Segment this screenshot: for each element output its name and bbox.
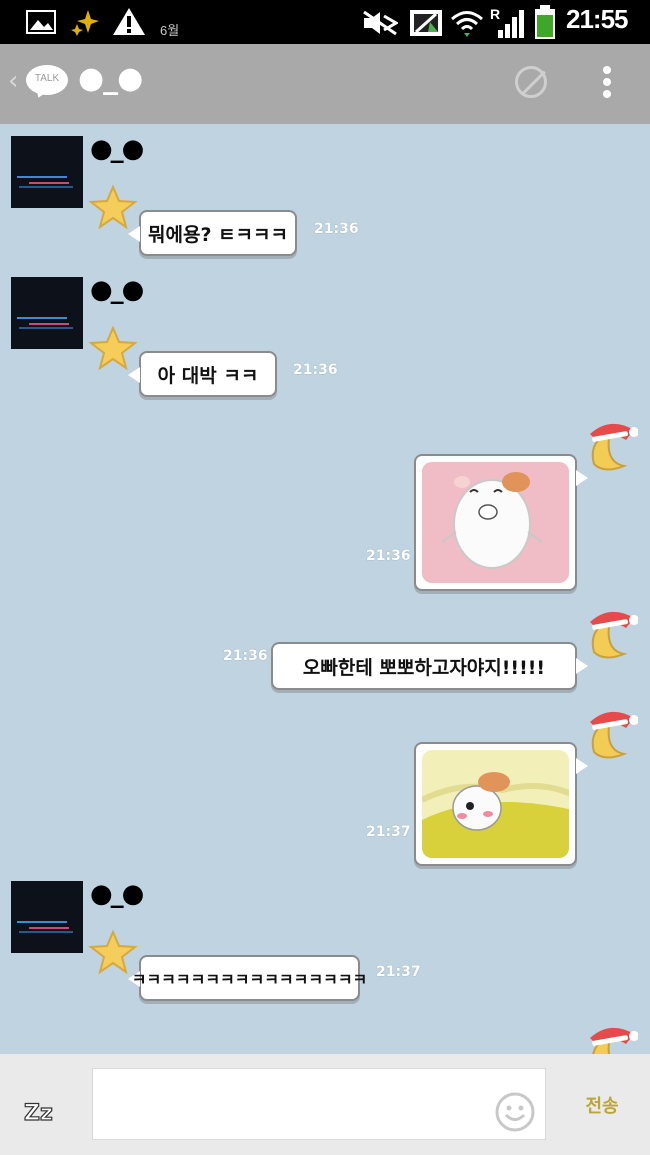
moon-sticker-icon — [590, 423, 638, 471]
battery-icon — [535, 5, 555, 39]
emoji-icon[interactable] — [494, 1091, 536, 1133]
chat-area[interactable]: ●_● 뭐에용? ㅌㅋㅋㅋ 21:36 ●_● 아 대박 ㅋㅋ 21:36 21… — [0, 124, 650, 1054]
image-message[interactable] — [414, 742, 588, 866]
more-menu-icon[interactable] — [600, 66, 614, 102]
sender-nickname: ●_● — [90, 879, 144, 909]
star-sticker-icon — [88, 325, 138, 371]
hamster-illustration — [422, 462, 569, 583]
sender-nickname: ●_● — [90, 275, 144, 305]
cell-signal-icon — [498, 10, 524, 38]
avatar[interactable] — [11, 277, 83, 349]
message-text: ㅋㅋㅋㅋㅋㅋㅋㅋㅋㅋㅋㅋㅋㅋㅋㅋ — [131, 970, 368, 989]
status-time: 21:55 — [566, 4, 628, 34]
message-time: 21:37 — [366, 824, 411, 840]
message-text: 오빠한테 뽀뽀하고자야지!!!!! — [302, 656, 546, 679]
image-message[interactable] — [414, 454, 588, 591]
mute-icon — [363, 10, 398, 36]
message-text: 뭐에용? ㅌㅋㅋㅋ — [148, 223, 288, 246]
signal-blocked-icon — [410, 10, 442, 36]
input-bar: Zz 전송 — [0, 1054, 650, 1155]
back-button[interactable]: ‹ — [8, 66, 18, 96]
star-sticker-icon — [88, 929, 138, 975]
message-bubble[interactable]: ㅋㅋㅋㅋㅋㅋㅋㅋㅋㅋㅋㅋㅋㅋㅋㅋ — [128, 955, 368, 1001]
message-time: 21:36 — [293, 362, 338, 378]
sparkle-icon — [71, 10, 99, 36]
warning-icon — [113, 8, 145, 35]
moon-sticker-icon — [590, 1027, 638, 1054]
star-sticker-icon — [88, 184, 138, 230]
wifi-icon — [451, 11, 483, 37]
date-indicator: 6월 — [160, 23, 180, 38]
moon-sticker-icon — [590, 611, 638, 659]
message-text: 아 대박 ㅋㅋ — [157, 364, 259, 387]
avatar[interactable] — [11, 136, 83, 208]
sleeping-hamster-illustration — [422, 750, 569, 858]
message-time: 21:36 — [314, 221, 359, 237]
talk-logo-label: TALK — [34, 73, 60, 84]
sleeping-hamster-sticker-image[interactable] — [422, 750, 569, 858]
hamster-sticker-image[interactable] — [422, 462, 569, 583]
moon-sticker-icon — [590, 711, 638, 759]
chat-header: ‹ TALK ●_● — [0, 44, 650, 124]
zz-text: Zz — [24, 1101, 53, 1126]
gallery-icon — [26, 10, 56, 34]
sleep-zz-icon[interactable]: Zz — [22, 1090, 72, 1126]
message-bubble[interactable]: 오빠한테 뽀뽀하고자야지!!!!! — [271, 642, 588, 690]
avatar[interactable] — [11, 881, 83, 953]
message-bubble[interactable]: 뭐에용? ㅌㅋㅋㅋ — [128, 210, 297, 256]
mute-toggle-icon[interactable] — [515, 66, 547, 98]
send-button[interactable]: 전송 — [574, 1092, 630, 1118]
status-bar: 6월 R 21:55 — [0, 0, 650, 44]
message-input[interactable] — [92, 1068, 546, 1140]
chat-title: ●_● — [78, 61, 143, 96]
message-time: 21:36 — [223, 648, 268, 664]
sender-nickname: ●_● — [90, 134, 144, 164]
message-time: 21:37 — [376, 964, 421, 980]
message-time: 21:36 — [366, 548, 411, 564]
message-bubble[interactable]: 아 대박 ㅋㅋ — [128, 351, 277, 397]
